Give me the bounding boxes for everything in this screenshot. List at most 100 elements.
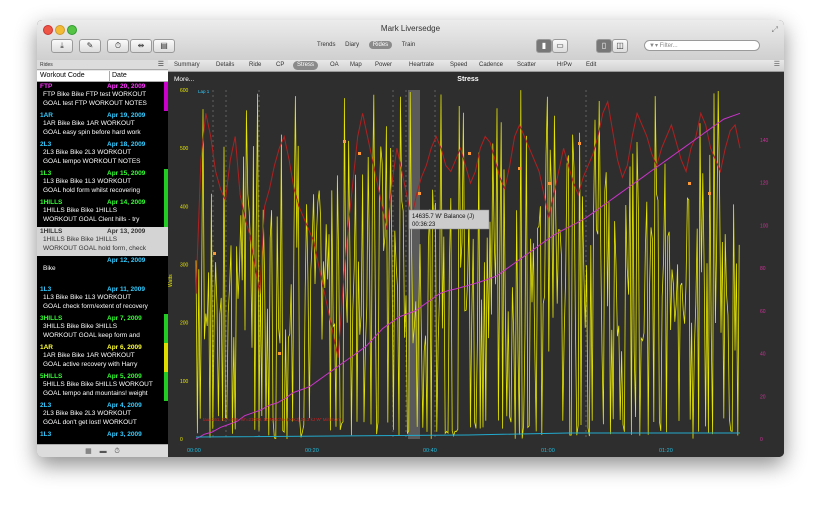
- ride-code: 1L3: [40, 170, 52, 177]
- ride-code: 2L3: [40, 402, 52, 409]
- col-date[interactable]: Date: [109, 71, 127, 81]
- ride-list-item[interactable]: 1L3 Apr 11, 2009 1L3 Bike Bike 1L3 WORKOUT…: [37, 285, 168, 314]
- tab-map[interactable]: Map: [350, 61, 362, 70]
- ride-note-line: 1AR Bike Bike 1AR WORKOUT: [43, 352, 135, 359]
- tab-oa[interactable]: OA: [330, 61, 339, 70]
- match-marker: [213, 252, 216, 255]
- sidebar-menu-icon[interactable]: ☰: [158, 60, 164, 70]
- ride-list-columns: Workout Code Date: [37, 71, 168, 82]
- split-icon: ⇹: [137, 41, 145, 50]
- ride-note-line: GOAL check form/extent of recovery: [43, 303, 148, 310]
- view-diary[interactable]: Diary: [345, 42, 359, 48]
- ride-list-item[interactable]: 3HILLS Apr 7, 2009 3HILLS Bike Bike 3HILLS…: [37, 314, 168, 343]
- folder-icon[interactable]: ▬: [100, 448, 107, 455]
- tooltip-line: 14635.7 W' Balance (J): [412, 214, 474, 220]
- x-tick-label: 00:40: [423, 448, 437, 454]
- ride-date: Apr 15, 2009: [107, 170, 146, 177]
- delete-button[interactable]: ▤: [153, 39, 175, 53]
- match-marker: [708, 192, 711, 195]
- tab-hrpw[interactable]: HrPw: [557, 61, 572, 70]
- tab-details[interactable]: Details: [216, 61, 234, 70]
- ride-list-item[interactable]: 1AR Apr 19, 2009 1AR Bike Bike 1AR WORKOUT…: [37, 111, 168, 140]
- split-button[interactable]: ⇹: [130, 39, 152, 53]
- filter-placeholder: Filter...: [659, 43, 678, 49]
- tab-stress[interactable]: Stress: [293, 61, 319, 70]
- ride-list-item[interactable]: 2L3 Apr 18, 2009 2L3 Bike Bike 2L3 WORKOUT…: [37, 140, 168, 169]
- y-tick-label: 0: [180, 437, 183, 443]
- ride-list-item[interactable]: 1L3 Apr 15, 2009 1L3 Bike Bike 1L3 WORKOUT…: [37, 169, 168, 198]
- y-axis-title: Watts: [168, 274, 174, 287]
- calendar-icon[interactable]: ▦: [85, 448, 92, 455]
- right-tick-label: 80: [760, 266, 766, 272]
- ride-date: Apr 3, 2009: [107, 431, 142, 438]
- ride-list-item[interactable]: 1HILLS Apr 14, 2009 1HILLS Bike Bike 1HILL…: [37, 198, 168, 227]
- ride-list-item[interactable]: 2L3 Apr 4, 2009 2L3 Bike Bike 2L3 WORKOUT G…: [37, 401, 168, 430]
- ride-date: Apr 7, 2009: [107, 315, 142, 322]
- tooltip-line: 00:36:23: [412, 222, 436, 228]
- ride-note-line: Bike: [43, 265, 56, 272]
- tab-summary[interactable]: Summary: [174, 61, 200, 70]
- ride-note-line: GOAL hold form whilst recovering: [43, 187, 140, 194]
- tab-speed[interactable]: Speed: [450, 61, 467, 70]
- tab-scatter[interactable]: Scatter: [517, 61, 536, 70]
- ride-list-item[interactable]: 1AR Apr 6, 2009 1AR Bike Bike 1AR WORKOUT G…: [37, 343, 168, 372]
- right-tick-label: 0: [760, 437, 763, 443]
- chart-canvas: 0 100 200 300 400 500 600 Watts 0 20 40 60 80 100 120 1…: [168, 76, 769, 454]
- power-series-line: [195, 90, 740, 440]
- right-tick-label: 40: [760, 352, 766, 358]
- tab-power[interactable]: Power: [375, 61, 392, 70]
- ride-list-item[interactable]: Apr 12, 2009 Bike: [37, 256, 168, 285]
- ride-date: Apr 6, 2009: [107, 344, 142, 351]
- right-tick-label: 120: [760, 181, 769, 187]
- match-marker: [358, 152, 361, 155]
- ride-list-item[interactable]: 5HILLS Apr 5, 2009 5HILLS Bike Bike 5HILLS…: [37, 372, 168, 401]
- ride-note-line: 1L3 Bike Bike 1L3 WORKOUT: [43, 178, 132, 185]
- ride-note-line: 1HILLS Bike Bike 1HILLS: [43, 207, 118, 214]
- edit-icon: ✎: [86, 41, 94, 50]
- baseline-series-line: [195, 432, 740, 438]
- ride-code: 2L3: [40, 141, 52, 148]
- y-tick-label: 100: [180, 379, 189, 385]
- col-workout-code[interactable]: Workout Code: [40, 71, 85, 81]
- right-tick-label: 20: [760, 394, 766, 400]
- view-rides[interactable]: Rides: [368, 41, 393, 49]
- stopwatch-icon: ⏱: [114, 41, 122, 50]
- ride-code: 5HILLS: [40, 373, 63, 380]
- ride-list[interactable]: FTP Apr 20, 2009 FTP Bike Bike FTP test WO…: [37, 82, 168, 444]
- wbal-annotation: tau=261, CP=266, W'=21000, 10 Matches(>2…: [203, 417, 341, 422]
- layout-toggle-button[interactable]: ▯: [596, 39, 612, 53]
- sidebar-toggle-button[interactable]: ▮: [536, 39, 552, 53]
- match-marker: [578, 142, 581, 145]
- right-tick-label: 140: [760, 138, 769, 144]
- tab-heartrate[interactable]: Heartrate: [409, 61, 434, 70]
- stopwatch-small-icon[interactable]: ⏱: [114, 448, 119, 455]
- tab-edit[interactable]: Edit: [586, 61, 596, 70]
- bottom-panel-toggle-button[interactable]: ▭: [552, 39, 568, 53]
- ride-note-line: WORKOUT GOAL Clent hills - try: [43, 216, 140, 223]
- edit-button[interactable]: ✎: [79, 39, 101, 53]
- layout-split-button[interactable]: ◫: [612, 39, 628, 53]
- filter-icon: ▼▾: [649, 43, 660, 49]
- stress-chart[interactable]: 0 100 200 300 400 500 600 Watts 0 20 40 60 80 100 120 1…: [168, 72, 784, 457]
- tab-cp[interactable]: CP: [276, 61, 284, 70]
- view-switcher: Trends Diary Rides Train: [317, 41, 423, 49]
- fullscreen-icon[interactable]: ⤢: [772, 25, 778, 35]
- ride-list-item[interactable]: 1L3 Apr 3, 2009: [37, 430, 168, 444]
- ride-list-item[interactable]: 1HILLS Apr 13, 2009 1HILLS Bike Bike 1HILL…: [37, 227, 168, 256]
- view-train[interactable]: Train: [402, 42, 415, 48]
- ride-note-line: WORKOUT GOAL keep form and: [43, 332, 140, 339]
- match-marker: [468, 152, 471, 155]
- ride-list-item[interactable]: FTP Apr 20, 2009 FTP Bike Bike FTP test WO…: [37, 82, 168, 111]
- tab-ride[interactable]: Ride: [249, 61, 261, 70]
- tabs-menu-icon[interactable]: ☰: [774, 60, 780, 68]
- download-button[interactable]: ⤓: [51, 39, 73, 53]
- tab-cadence[interactable]: Cadence: [479, 61, 503, 70]
- app-window: Mark Liversedge ⤢ ⤓ ✎ ⏱ ⇹ ▤ Trends Diary…: [37, 20, 784, 457]
- stopwatch-button[interactable]: ⏱: [107, 39, 129, 53]
- filter-input[interactable]: ▼▾ Filter...: [644, 40, 760, 51]
- ride-code: 1HILLS: [40, 228, 63, 235]
- ride-date: Apr 20, 2009: [107, 83, 146, 90]
- download-icon: ⤓: [60, 41, 64, 50]
- ride-date: Apr 4, 2009: [107, 402, 142, 409]
- view-trends[interactable]: Trends: [317, 42, 335, 48]
